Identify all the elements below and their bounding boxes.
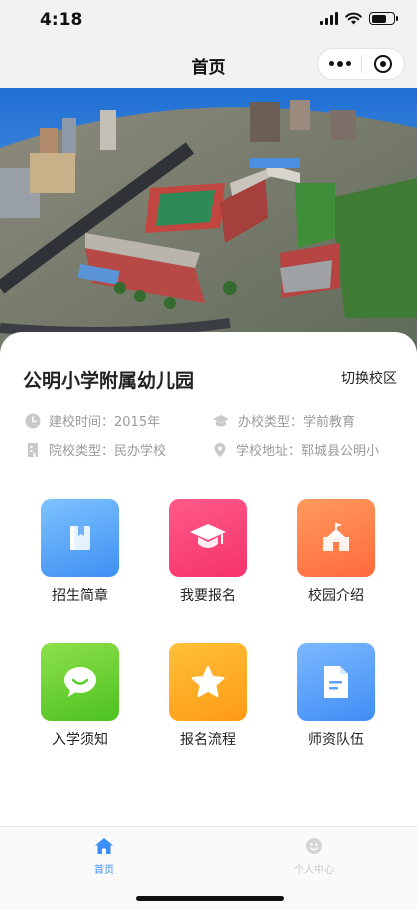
menu-admission-notice[interactable]: 入学须知 xyxy=(30,643,130,749)
mini-program-capsule xyxy=(317,48,405,80)
menu-label: 师资队伍 xyxy=(308,732,364,748)
tab-profile[interactable]: 个人中心 xyxy=(259,837,369,876)
status-icons xyxy=(320,12,398,25)
menu-teaching-staff[interactable]: 师资队伍 xyxy=(286,643,386,749)
menu-apply[interactable]: 我要报名 xyxy=(158,499,258,605)
info-founded: 建校时间：2015年 xyxy=(25,411,160,430)
more-dots-icon[interactable] xyxy=(318,61,361,67)
info-address-text: 学校地址：郓城县公明小 xyxy=(236,444,380,459)
home-icon xyxy=(95,838,113,854)
campus-banner-image[interactable] xyxy=(0,88,417,358)
menu-enrollment-brochure[interactable]: 招生简章 xyxy=(30,499,130,605)
menu-label: 入学须知 xyxy=(52,732,108,748)
menu-label: 报名流程 xyxy=(180,732,236,748)
tab-home[interactable]: 首页 xyxy=(49,837,159,876)
book-icon[interactable] xyxy=(41,499,119,577)
info-type: 办校类型：学前教育 xyxy=(212,411,355,430)
building-icon xyxy=(28,442,38,457)
menu-apply-process[interactable]: 报名流程 xyxy=(158,643,258,749)
tab-profile-label: 个人中心 xyxy=(294,865,334,876)
info-founded-text: 建校时间：2015年 xyxy=(49,415,161,430)
info-category-text: 院校类型：民办学校 xyxy=(49,444,167,459)
menu-label: 我要报名 xyxy=(180,588,236,604)
school-building-icon[interactable] xyxy=(297,499,375,577)
status-time: 4:18 xyxy=(40,10,83,30)
signal-icon xyxy=(320,12,338,25)
menu-label: 招生简章 xyxy=(52,588,108,604)
info-type-text: 办校类型：学前教育 xyxy=(238,415,356,430)
battery-icon xyxy=(369,12,398,25)
home-indicator xyxy=(136,896,284,901)
graduation-cap-icon xyxy=(213,414,229,426)
clock-icon xyxy=(25,413,41,428)
status-bar: 4:18 xyxy=(0,0,417,40)
graduation-cap-icon[interactable] xyxy=(169,499,247,577)
school-info-card: 公明小学附属幼儿园 切换校区 建校时间：2015年 办校类型：学前教育 院校类型… xyxy=(0,332,417,827)
star-icon[interactable] xyxy=(169,643,247,721)
menu-campus-intro[interactable]: 校园介绍 xyxy=(286,499,386,605)
chat-bubble-icon[interactable] xyxy=(41,643,119,721)
info-category: 院校类型：民办学校 xyxy=(25,440,166,459)
school-name: 公明小学附属幼儿园 xyxy=(23,370,195,392)
document-icon[interactable] xyxy=(297,643,375,721)
close-circle-icon[interactable] xyxy=(362,55,404,73)
tab-home-label: 首页 xyxy=(94,865,114,876)
menu-label: 校园介绍 xyxy=(308,588,364,604)
user-smile-icon xyxy=(306,838,322,854)
wifi-icon xyxy=(345,12,362,25)
nav-bar: 首页 xyxy=(0,40,417,88)
location-pin-icon xyxy=(214,442,226,457)
switch-campus-link[interactable]: 切换校区 xyxy=(341,368,397,388)
info-address: 学校地址：郓城县公明小 xyxy=(212,440,379,459)
